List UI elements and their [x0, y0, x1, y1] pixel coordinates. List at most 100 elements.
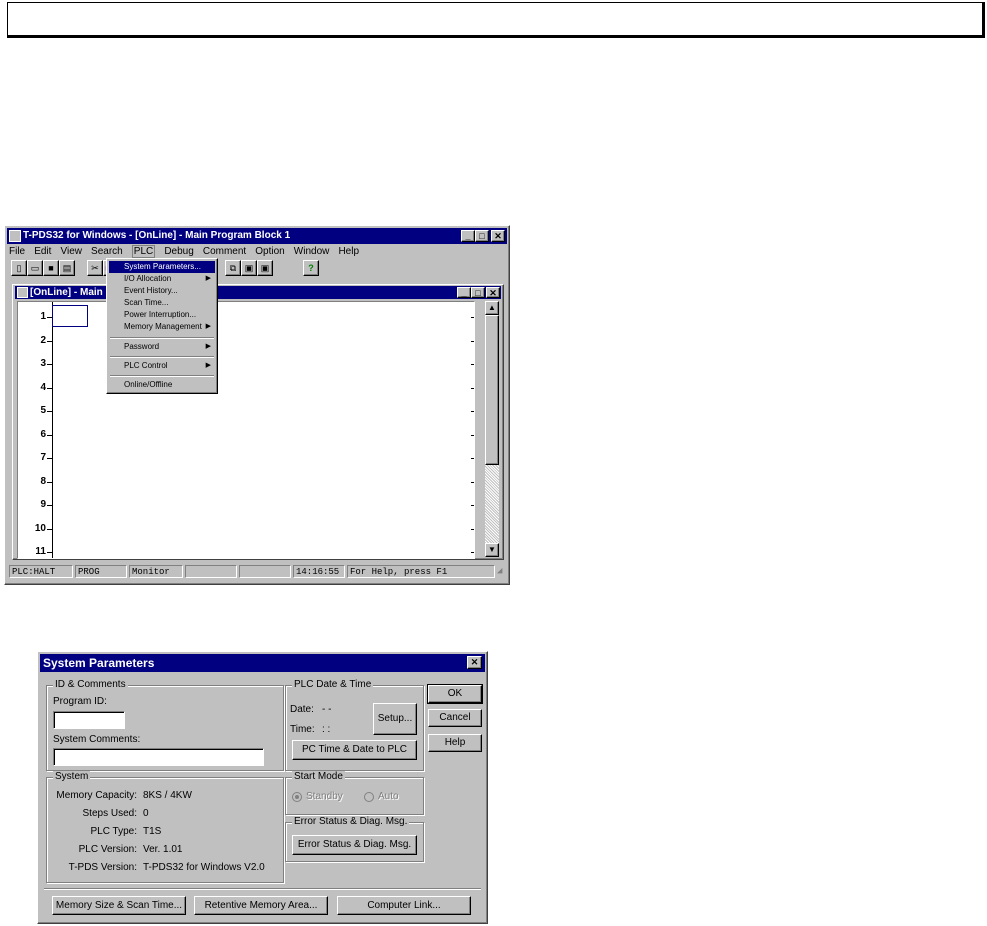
rung-number: 5: [40, 405, 46, 416]
status-bar: PLC:HALT PROG Monitor 14:16:55 For Help,…: [9, 565, 507, 580]
menu-edit[interactable]: Edit: [34, 246, 51, 257]
save-icon[interactable]: ■: [43, 260, 59, 276]
right-rail-tick: [471, 317, 474, 318]
date-label: Date:: [290, 704, 314, 715]
menu-item-io-allocation[interactable]: I/O Allocation ▶: [109, 273, 215, 285]
left-rail-tick: [47, 528, 52, 530]
app-window: T-PDS32 for Windows - [OnLine] - Main Pr…: [4, 225, 510, 585]
transfer-icon[interactable]: ⧉: [225, 260, 241, 276]
menu-item-password[interactable]: Password ▶: [109, 341, 215, 353]
menu-debug[interactable]: Debug: [164, 246, 193, 257]
close-button[interactable]: ✕: [491, 230, 505, 242]
left-power-rail: [52, 302, 53, 558]
time-value: : :: [322, 724, 331, 735]
menu-search[interactable]: Search: [91, 246, 123, 257]
menu-item-power-interruption[interactable]: Power Interruption...: [109, 309, 215, 321]
right-rail-tick: [471, 552, 474, 553]
page-header-box: [7, 2, 985, 38]
system-comments-label: System Comments:: [53, 734, 141, 745]
menu-item-event-history[interactable]: Event History...: [109, 285, 215, 297]
menu-file[interactable]: File: [9, 246, 25, 257]
submenu-arrow-icon: ▶: [205, 362, 211, 369]
ladder-cursor[interactable]: [52, 305, 88, 327]
plc-type-label: PLC Type:: [90, 826, 137, 837]
status-mode: PROG: [75, 565, 127, 578]
error-status-title: Error Status & Diag. Msg.: [292, 816, 410, 827]
menu-window[interactable]: Window: [294, 246, 330, 257]
ok-button[interactable]: OK: [427, 684, 483, 704]
resize-grip-icon[interactable]: ◢: [495, 565, 507, 578]
write-icon[interactable]: ▣: [257, 260, 273, 276]
status-plc: PLC:HALT: [9, 565, 73, 578]
setup-button[interactable]: Setup...: [373, 703, 417, 735]
cancel-button[interactable]: Cancel: [428, 709, 482, 727]
menu-plc[interactable]: PLC: [131, 245, 156, 258]
rung-number: 11: [35, 546, 46, 557]
new-file-icon[interactable]: ▯: [11, 260, 27, 276]
auto-radio[interactable]: [364, 792, 374, 802]
child-minimize-button[interactable]: _: [457, 287, 471, 298]
ladder-editor[interactable]: 1 2 3 4 5 6 7 8 9 10 11: [17, 301, 475, 559]
help-button[interactable]: Help: [428, 734, 482, 752]
rung-number: 8: [40, 475, 46, 487]
menu-bar: File Edit View Search PLC Debug Comment …: [9, 244, 365, 258]
menu-item-plc-control[interactable]: PLC Control ▶: [109, 360, 215, 372]
maximize-button[interactable]: □: [475, 230, 489, 242]
scroll-track[interactable]: [485, 465, 499, 543]
menu-view[interactable]: View: [60, 246, 82, 257]
dialog-divider: [44, 888, 481, 890]
minimize-button[interactable]: _: [461, 230, 475, 242]
menu-separator: [110, 375, 214, 377]
child-close-button[interactable]: ✕: [486, 287, 500, 298]
menu-item-system-parameters[interactable]: System Parameters...: [109, 261, 215, 273]
program-id-input[interactable]: [53, 711, 125, 729]
rung-number: 2: [40, 334, 46, 346]
read-icon[interactable]: ▣: [241, 260, 257, 276]
scroll-thumb[interactable]: [485, 315, 499, 465]
ladder-child-window: [OnLine] - Main Prog _ □ ✕ 1 2 3 4 5 6 7 8 9 10 11…: [12, 284, 504, 560]
scroll-up-icon[interactable]: ▲: [485, 301, 499, 315]
memory-size-scan-time-button[interactable]: Memory Size & Scan Time...: [52, 896, 186, 915]
dialog-titlebar: System Parameters ✕: [40, 654, 485, 672]
print-icon[interactable]: ▤: [59, 260, 75, 276]
menu-item-memory-management[interactable]: Memory Management ▶: [109, 321, 215, 333]
right-rail-tick: [471, 434, 474, 436]
dialog-close-icon[interactable]: ✕: [467, 656, 482, 669]
system-group: System Memory Capacity: 8KS / 4KW Steps …: [46, 771, 284, 883]
auto-label: Auto: [378, 791, 399, 802]
app-icon: [9, 230, 21, 242]
program-id-label: Program ID:: [53, 696, 107, 707]
plc-datetime-title: PLC Date & Time: [292, 679, 374, 690]
menu-item-scan-time[interactable]: Scan Time...: [109, 297, 215, 309]
app-titlebar: T-PDS32 for Windows - [OnLine] - Main Pr…: [7, 228, 507, 244]
left-rail-tick: [47, 340, 52, 342]
status-monitor: Monitor: [129, 565, 183, 578]
plc-version-value: Ver. 1.01: [143, 844, 183, 855]
plc-version-label: PLC Version:: [78, 844, 137, 855]
pc-time-to-plc-button[interactable]: PC Time & Date to PLC: [292, 740, 417, 760]
child-titlebar: [OnLine] - Main Prog _ □ ✕: [15, 286, 501, 299]
scroll-down-icon[interactable]: ▼: [485, 543, 499, 557]
standby-radio[interactable]: [292, 792, 302, 802]
menu-option[interactable]: Option: [255, 246, 284, 257]
open-file-icon[interactable]: ▭: [27, 260, 43, 276]
cut-icon[interactable]: ✂: [87, 260, 103, 276]
retentive-memory-button[interactable]: Retentive Memory Area...: [194, 896, 328, 915]
computer-link-button[interactable]: Computer Link...: [337, 896, 471, 915]
left-rail-tick: [47, 434, 52, 436]
status-empty-2: [239, 565, 291, 578]
menu-help[interactable]: Help: [338, 246, 359, 257]
vertical-scrollbar[interactable]: ▲ ▼: [485, 301, 499, 557]
menu-comment[interactable]: Comment: [203, 246, 246, 257]
system-parameters-dialog: System Parameters ✕ ID & Comments Progra…: [37, 651, 488, 924]
right-rail-tick: [471, 481, 474, 483]
menu-item-online-offline[interactable]: Online/Offline: [109, 379, 215, 391]
left-rail-tick: [47, 505, 52, 506]
error-status-button[interactable]: Error Status & Diag. Msg.: [292, 835, 417, 855]
child-maximize-button[interactable]: □: [471, 287, 485, 298]
context-help-icon[interactable]: ?: [303, 260, 319, 276]
status-help: For Help, press F1: [347, 565, 495, 578]
system-comments-input[interactable]: [53, 748, 264, 766]
left-rail-tick: [47, 458, 52, 459]
submenu-arrow-icon: ▶: [205, 343, 211, 350]
